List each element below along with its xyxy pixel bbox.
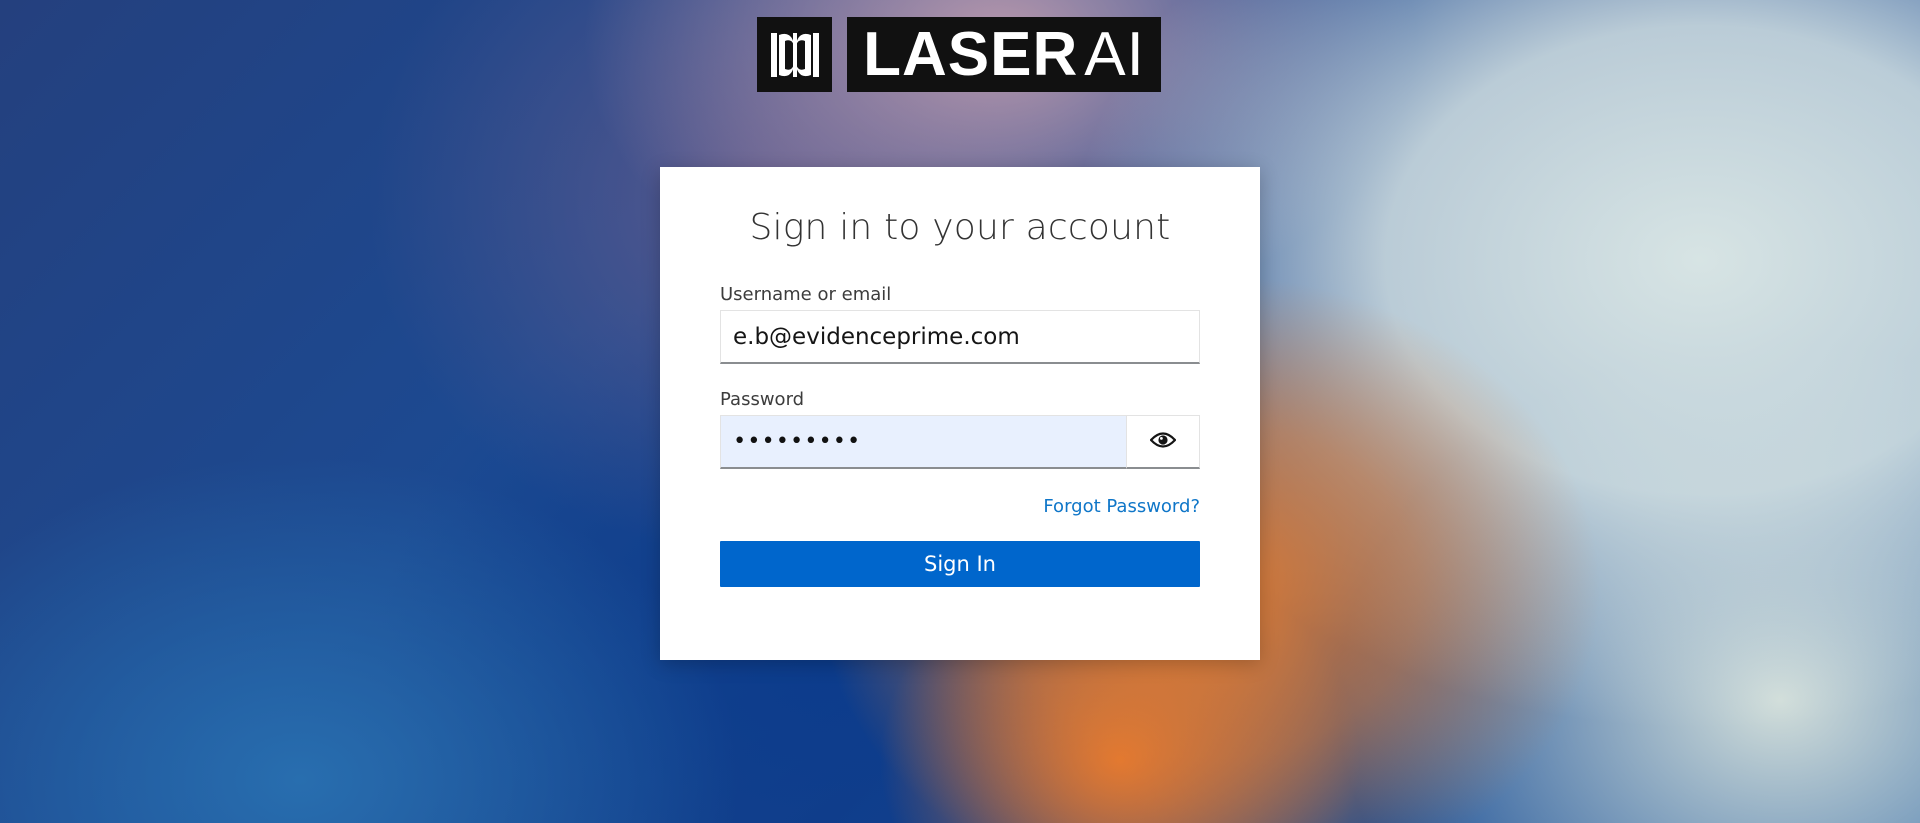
forgot-password-row: Forgot Password? (720, 496, 1200, 517)
login-form: Username or email Password Forgot Passwo… (720, 284, 1200, 587)
password-input[interactable] (720, 415, 1127, 469)
brand-wordmark-light: AI (1084, 19, 1145, 89)
brand-wordmark-bold: LASER (863, 19, 1079, 89)
page-title: Sign in to your account (749, 207, 1171, 248)
password-label: Password (720, 389, 805, 410)
password-row (720, 415, 1200, 469)
username-input[interactable] (720, 310, 1200, 364)
brand-wordmark: LASER AI (847, 17, 1161, 92)
eye-icon (1149, 431, 1177, 452)
laserai-mark-icon (757, 17, 832, 92)
forgot-password-link[interactable]: Forgot Password? (1043, 496, 1200, 517)
show-password-button[interactable] (1127, 415, 1200, 469)
login-card: Sign in to your account Username or emai… (660, 167, 1260, 660)
brand-logo: LASER AI (757, 17, 1161, 92)
sign-in-button[interactable]: Sign In (720, 541, 1200, 587)
username-label: Username or email (720, 284, 892, 305)
